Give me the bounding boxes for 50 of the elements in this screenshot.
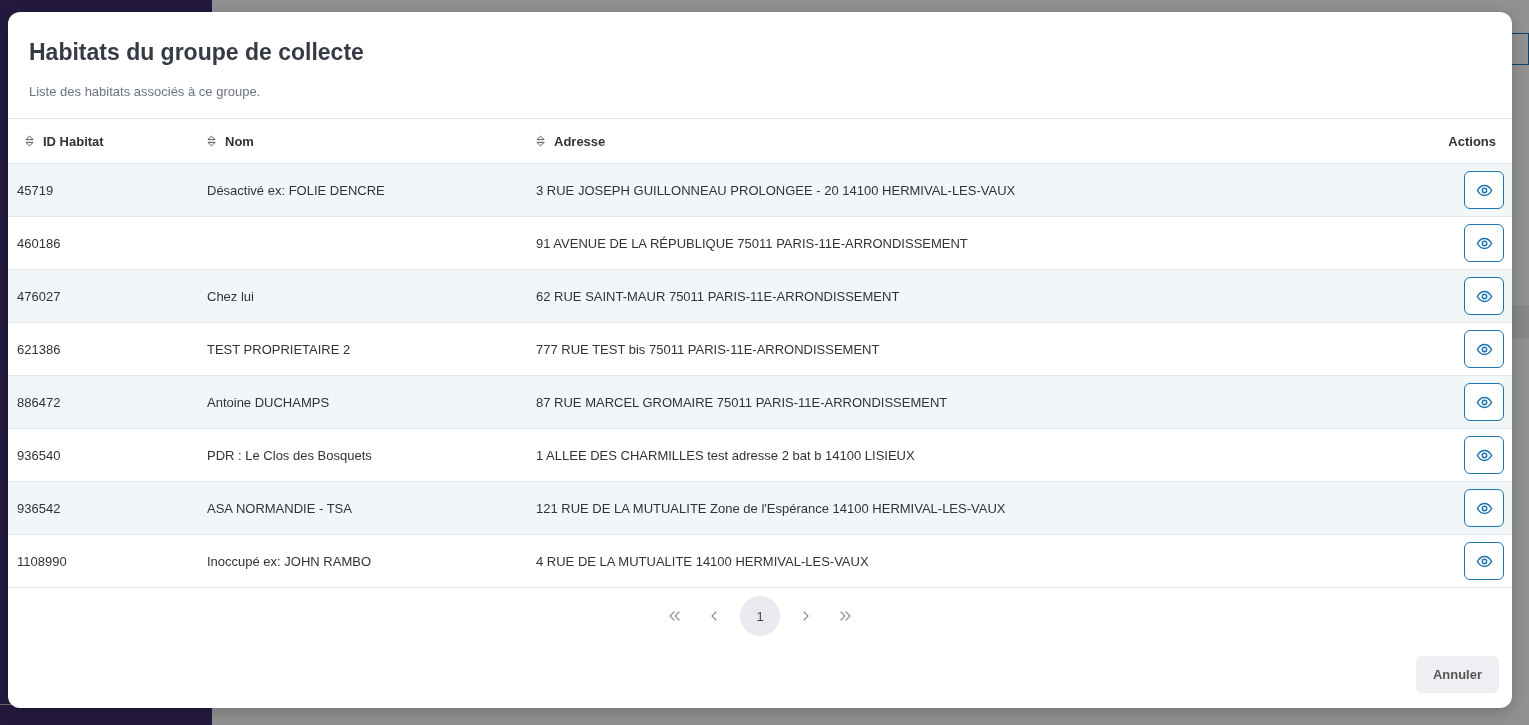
table-cell: Inoccupé ex: JOHN RAMBO <box>207 553 371 569</box>
table-cell: 621386 <box>17 341 61 357</box>
column-header[interactable]: Nom <box>225 133 254 149</box>
table-cell: Antoine DUCHAMPS <box>207 394 330 410</box>
eye-icon <box>1475 447 1493 463</box>
table-cell: 62 RUE SAINT-MAUR 75011 PARIS-11E-ARRONDISSEMENT <box>536 288 900 304</box>
table-cell: 1 ALLEE DES CHARMILLES test adresse 2 bat b 14100 LISIEUX <box>536 447 915 463</box>
cancel-button[interactable]: Annuler <box>1415 656 1499 693</box>
table-cell: 936542 <box>17 500 61 516</box>
eye-icon <box>1475 500 1493 516</box>
column-header: Actions <box>1448 133 1496 149</box>
page-button[interactable]: 1 <box>740 596 780 636</box>
eye-icon <box>1475 394 1493 410</box>
view-button[interactable] <box>1464 489 1504 527</box>
table-cell: TEST PROPRIETAIRE 2 <box>207 341 351 357</box>
view-button[interactable] <box>1464 383 1504 421</box>
view-button[interactable] <box>1464 436 1504 474</box>
table-cell: 476027 <box>17 288 61 304</box>
dialog-title: Habitats du groupe de collecte <box>29 38 365 66</box>
table-cell: 936540 <box>17 447 61 463</box>
view-button[interactable] <box>1464 542 1504 580</box>
view-button[interactable] <box>1464 277 1504 315</box>
eye-icon <box>1475 288 1493 304</box>
table-cell: 121 RUE DE LA MUTUALITE Zone de l'Espérance 14100 HERMIVAL-LES-VAUX <box>536 500 1006 516</box>
view-button[interactable] <box>1464 224 1504 262</box>
table-cell: Chez lui <box>207 288 254 304</box>
column-header[interactable]: Adresse <box>554 133 606 149</box>
table-cell: 87 RUE MARCEL GROMAIRE 75011 PARIS-11E-ARRONDISSEMENT <box>536 394 948 410</box>
table-cell: Désactivé ex: FOLIE DENCRE <box>207 182 385 198</box>
eye-icon <box>1475 341 1493 357</box>
table-cell: 45719 <box>17 182 54 198</box>
sort-icon[interactable] <box>25 135 34 147</box>
sort-icon[interactable] <box>536 135 545 147</box>
table-cell: 91 AVENUE DE LA RÉPUBLIQUE 75011 PARIS-11E-ARRONDISSEMENT <box>536 235 968 251</box>
column-header[interactable]: ID Habitat <box>43 133 104 149</box>
view-button[interactable] <box>1464 330 1504 368</box>
table-cell: 3 RUE JOSEPH GUILLONNEAU PROLONGEE - 20 14100 HERMIVAL-LES-VAUX <box>536 182 1016 198</box>
table-cell: 4 RUE DE LA MUTUALITE 14100 HERMIVAL-LES-VAUX <box>536 553 869 569</box>
table-cell: 886472 <box>17 394 61 410</box>
table-cell: PDR : Le Clos des Bosquets <box>207 447 372 463</box>
view-button[interactable] <box>1464 171 1504 209</box>
sort-icon[interactable] <box>207 135 216 147</box>
eye-icon <box>1475 235 1493 251</box>
dialog-subtitle: Liste des habitats associés à ce groupe. <box>29 84 262 99</box>
table-cell: 777 RUE TEST bis 75011 PARIS-11E-ARRONDISSEMENT <box>536 341 880 357</box>
table-cell: 1108990 <box>17 553 67 569</box>
table-cell: 460186 <box>17 235 61 251</box>
eye-icon <box>1475 182 1493 198</box>
table-cell: ASA NORMANDIE - TSA <box>207 500 352 516</box>
eye-icon <box>1475 553 1493 569</box>
